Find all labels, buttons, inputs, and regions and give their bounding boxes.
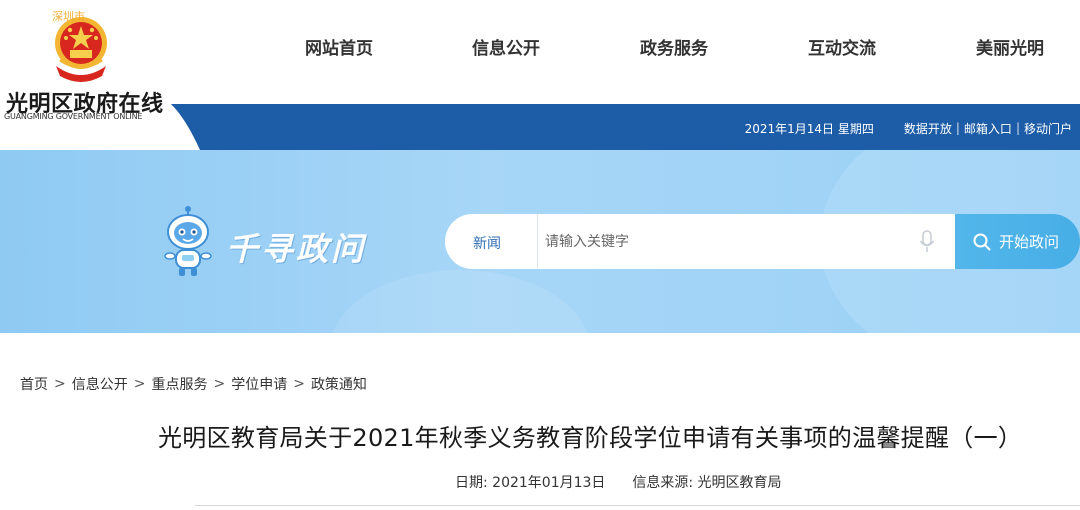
mobile-portal-link[interactable]: 移动门户 — [1024, 120, 1072, 137]
article-divider — [195, 505, 1080, 506]
breadcrumb-item-policy-notice[interactable]: 政策通知 — [311, 374, 367, 394]
nav-item-interaction[interactable]: 互动交流 — [808, 34, 876, 59]
mailbox-link[interactable]: 邮箱入口 — [964, 120, 1012, 137]
search-banner: 千寻政问 新闻 开始政问 — [0, 150, 1080, 333]
search-divider — [537, 214, 538, 269]
search-button[interactable]: 开始政问 — [955, 214, 1080, 269]
nav-item-beautiful-guangming[interactable]: 美丽光明 — [976, 34, 1044, 59]
breadcrumb-item-home[interactable]: 首页 — [20, 374, 48, 394]
current-date: 2021年1月14日 星期四 — [744, 121, 874, 136]
search-icon — [973, 233, 991, 250]
breadcrumb-separator: > — [213, 376, 226, 392]
article-date-label: 日期: — [455, 475, 488, 491]
banner-decoration — [330, 270, 590, 333]
site-header: 深圳市 光明区政府在线 GUANGMING GOVERNMENT ONLINE … — [0, 0, 1080, 150]
microphone-icon[interactable] — [919, 230, 935, 254]
nav-item-info-disclosure[interactable]: 信息公开 — [472, 34, 540, 59]
breadcrumb-separator: > — [293, 376, 305, 392]
breadcrumb-item-school-application[interactable]: 学位申请 — [231, 374, 287, 394]
search-input[interactable] — [545, 226, 905, 258]
nav-item-gov-services[interactable]: 政务服务 — [640, 34, 708, 59]
breadcrumb-item-key-services[interactable]: 重点服务 — [151, 374, 207, 394]
article-date: 2021年01月13日 — [492, 475, 606, 491]
article-source-label: 信息来源: — [632, 475, 694, 491]
utility-separator: | — [955, 121, 960, 135]
search-brand-title: 千寻政问 — [226, 230, 367, 268]
article-meta: 日期: 2021年01月13日 信息来源: 光明区教育局 — [455, 472, 782, 492]
search-category-selector[interactable]: 新闻 — [473, 233, 501, 253]
article-title: 光明区教育局关于2021年秋季义务教育阶段学位申请有关事项的温馨提醒（一） — [158, 424, 1023, 452]
emblem-overlay-text: 深圳市 — [52, 10, 85, 23]
utility-separator: | — [1015, 121, 1020, 135]
breadcrumb: 首页 > 信息公开 > 重点服务 > 学位申请 > 政策通知 — [20, 374, 367, 394]
breadcrumb-separator: > — [54, 376, 66, 392]
breadcrumb-item-info-disclosure[interactable]: 信息公开 — [72, 374, 128, 394]
open-data-link[interactable]: 数据开放 — [904, 120, 952, 137]
utility-bar: 2021年1月14日 星期四 数据开放 | 邮箱入口 | 移动门户 — [745, 120, 1072, 136]
site-subtitle: GUANGMING GOVERNMENT ONLINE — [4, 112, 143, 121]
breadcrumb-separator: > — [133, 376, 146, 392]
search-box: 新闻 — [445, 214, 955, 269]
mascot-robot-icon — [164, 206, 212, 276]
main-nav: 网站首页 信息公开 政务服务 互动交流 美丽光明 — [0, 34, 1080, 59]
site-logo[interactable]: 深圳市 光明区政府在线 GUANGMING GOVERNMENT ONLINE — [0, 0, 200, 150]
nav-item-home[interactable]: 网站首页 — [305, 34, 373, 59]
search-button-label: 开始政问 — [999, 233, 1060, 251]
article-source: 光明区教育局 — [697, 475, 782, 491]
